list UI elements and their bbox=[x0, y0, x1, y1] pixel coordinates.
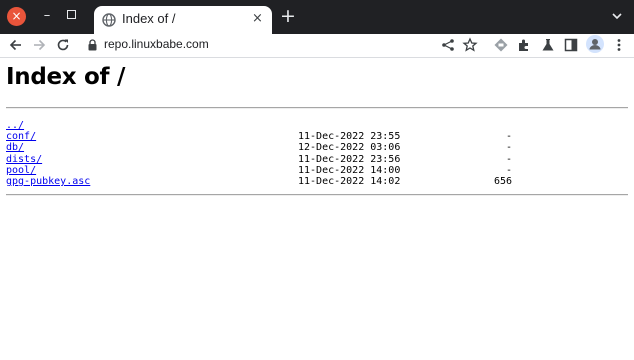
window-maximize-button[interactable] bbox=[67, 10, 76, 19]
new-tab-button[interactable]: + bbox=[279, 6, 297, 26]
list-item: pool/ 11-Dec-2022 14:00 - bbox=[6, 165, 512, 176]
file-link-dists[interactable]: dists/ bbox=[6, 154, 42, 165]
modified-date: 11-Dec-2022 14:02 bbox=[298, 175, 401, 187]
lock-icon[interactable] bbox=[88, 39, 97, 51]
file-link-db[interactable]: db/ bbox=[6, 142, 24, 153]
modified-date: 11-Dec-2022 23:56 bbox=[298, 153, 401, 165]
star-icon[interactable] bbox=[462, 37, 478, 53]
profile-button[interactable] bbox=[586, 35, 604, 53]
translate-icon[interactable] bbox=[493, 37, 509, 53]
list-item: gpg-pubkey.asc 11-Dec-2022 14:02 656 bbox=[6, 176, 512, 187]
file-link-pool[interactable]: pool/ bbox=[6, 165, 36, 176]
url-text[interactable]: repo.linuxbabe.com bbox=[104, 37, 209, 51]
file-link-conf[interactable]: conf/ bbox=[6, 131, 36, 142]
list-item: dists/ 11-Dec-2022 23:56 - bbox=[6, 154, 512, 165]
globe-icon bbox=[102, 13, 116, 27]
file-size: - bbox=[505, 131, 512, 143]
forward-icon[interactable] bbox=[31, 37, 47, 53]
profile-icon bbox=[589, 39, 601, 50]
address-bar[interactable]: repo.linuxbabe.com bbox=[78, 34, 488, 56]
modified-date: 11-Dec-2022 23:55 bbox=[298, 131, 401, 143]
modified-date: 11-Dec-2022 14:00 bbox=[298, 164, 401, 176]
file-size: - bbox=[505, 164, 512, 176]
file-size: 656 bbox=[493, 175, 512, 187]
modified-date: 12-Dec-2022 03:06 bbox=[298, 142, 401, 154]
window-close-button[interactable]: × bbox=[7, 7, 26, 26]
side-panel-icon[interactable] bbox=[563, 37, 579, 53]
page-title: Index of / bbox=[6, 64, 126, 90]
bottom-divider bbox=[6, 194, 628, 196]
tab-active[interactable]: Index of / × bbox=[94, 6, 272, 34]
browser-toolbar: repo.linuxbabe.com bbox=[0, 34, 634, 58]
list-item-parent: ../ bbox=[6, 120, 42, 131]
window-minimize-button[interactable]: – bbox=[38, 6, 56, 26]
file-size: - bbox=[505, 142, 512, 154]
chevron-down-icon[interactable] bbox=[610, 9, 624, 23]
kebab-menu-icon[interactable] bbox=[611, 37, 627, 53]
list-item: db/ 12-Dec-2022 03:06 - bbox=[6, 142, 512, 153]
file-listing: ../ conf/ 11-Dec-2022 23:55 - db/ 12-Dec… bbox=[6, 120, 512, 187]
parent-directory-link[interactable]: ../ bbox=[6, 120, 24, 131]
tab-title: Index of / bbox=[122, 11, 176, 26]
tab-close-button[interactable]: × bbox=[252, 11, 263, 27]
extensions-icon[interactable] bbox=[516, 37, 532, 53]
reload-icon[interactable] bbox=[55, 37, 71, 53]
tab-strip: × – Index of / × + bbox=[0, 0, 634, 34]
share-icon[interactable] bbox=[440, 37, 456, 53]
top-divider bbox=[6, 107, 628, 109]
page-content: Index of / ../ conf/ 11-Dec-2022 23:55 -… bbox=[0, 58, 634, 360]
file-size: - bbox=[505, 153, 512, 165]
labs-icon[interactable] bbox=[540, 37, 556, 53]
back-icon[interactable] bbox=[8, 37, 24, 53]
file-link-gpg-pubkey[interactable]: gpg-pubkey.asc bbox=[6, 176, 90, 187]
list-item: conf/ 11-Dec-2022 23:55 - bbox=[6, 131, 512, 142]
